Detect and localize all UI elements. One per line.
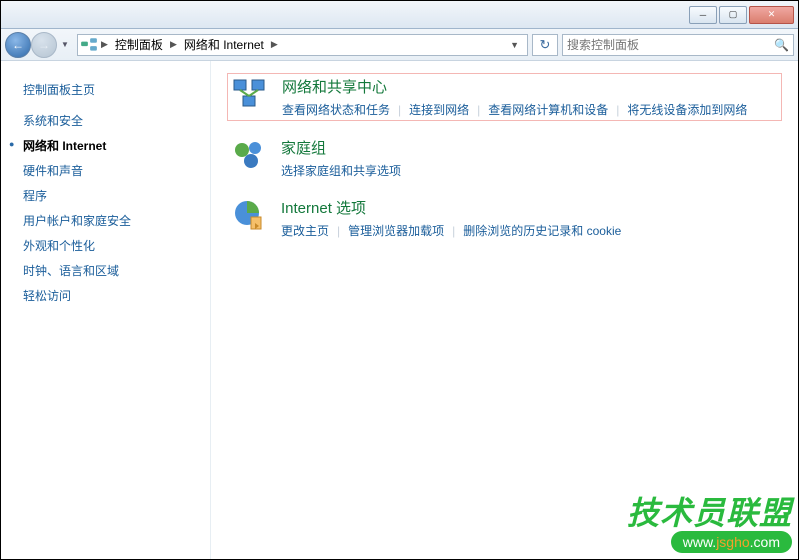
category-icon [231,197,267,233]
separator: | [337,224,340,238]
category-links: 选择家庭组和共享选项 [281,162,778,179]
search-icon[interactable]: 🔍 [774,38,789,52]
search-input[interactable] [567,38,774,52]
category-link[interactable]: 更改主页 [281,222,329,239]
category-title[interactable]: 网络和共享中心 [282,76,777,97]
search-box[interactable]: 🔍 [562,34,794,56]
titlebar: ─ ▢ ✕ [1,1,798,29]
category-link[interactable]: 选择家庭组和共享选项 [281,162,401,179]
sidebar-item[interactable]: 程序 [23,187,200,204]
sidebar-list: 系统和安全网络和 Internet 硬件和声音程序用户帐户和家庭安全外观和个性化时… [23,112,200,304]
sidebar-item[interactable]: 系统和安全 [23,112,200,129]
category-link[interactable]: 查看网络计算机和设备 [488,101,608,118]
close-button[interactable]: ✕ [749,6,794,24]
category-title[interactable]: Internet 选项 [281,197,778,218]
sidebar-item[interactable]: 轻松访问 [23,287,200,304]
sidebar-item[interactable]: 时钟、语言和区域 [23,262,200,279]
content: 控制面板主页 系统和安全网络和 Internet 硬件和声音程序用户帐户和家庭安全… [1,61,798,560]
category-links: 查看网络状态和任务 | 连接到网络 | 查看网络计算机和设备 | 将无线设备添加到网络 [282,101,777,118]
category-title[interactable]: 家庭组 [281,137,778,158]
category-icon [232,76,268,112]
sidebar: 控制面板主页 系统和安全网络和 Internet 硬件和声音程序用户帐户和家庭安全… [1,61,211,560]
separator: | [398,103,401,117]
category-link[interactable]: 查看网络状态和任务 [282,101,390,118]
chevron-right-icon[interactable]: ▶ [167,39,180,50]
sidebar-title[interactable]: 控制面板主页 [23,81,200,98]
category-links: 更改主页 | 管理浏览器加载项 | 删除浏览的历史记录和 cookie [281,222,778,239]
breadcrumb-seg-2[interactable]: 网络和 Internet [180,35,268,55]
minimize-button[interactable]: ─ [689,6,717,24]
separator: | [616,103,619,117]
sidebar-item[interactable]: 网络和 Internet [23,137,200,154]
address-bar[interactable]: ▶ 控制面板 ▶ 网络和 Internet ▶ ▼ [77,34,528,56]
category-body: 家庭组选择家庭组和共享选项 [281,137,778,179]
navbar: ← → ▼ ▶ 控制面板 ▶ 网络和 Internet ▶ ▼ ↻ 🔍 [1,29,798,61]
category-link[interactable]: 删除浏览的历史记录和 cookie [463,222,621,239]
category: Internet 选项更改主页 | 管理浏览器加载项 | 删除浏览的历史记录和 cook… [231,197,778,239]
history-dropdown[interactable]: ▼ [57,32,73,58]
maximize-button[interactable]: ▢ [719,6,747,24]
refresh-button[interactable]: ↻ [532,34,558,56]
category-body: Internet 选项更改主页 | 管理浏览器加载项 | 删除浏览的历史记录和 cook… [281,197,778,239]
chevron-right-icon[interactable]: ▶ [268,39,281,50]
sidebar-item[interactable]: 外观和个性化 [23,237,200,254]
window-controls: ─ ▢ ✕ [689,6,794,24]
chevron-right-icon[interactable]: ▶ [98,39,111,50]
separator: | [452,224,455,238]
back-button[interactable]: ← [5,32,31,58]
address-dropdown[interactable]: ▼ [504,40,525,50]
breadcrumb-seg-1[interactable]: 控制面板 [111,35,167,55]
address-icon [80,36,98,54]
category-link[interactable]: 管理浏览器加载项 [348,222,444,239]
main-panel: 网络和共享中心查看网络状态和任务 | 连接到网络 | 查看网络计算机和设备 | 将无线设备添… [211,61,798,560]
sidebar-item[interactable]: 硬件和声音 [23,162,200,179]
forward-button[interactable]: → [31,32,57,58]
category-link[interactable]: 将无线设备添加到网络 [627,101,747,118]
separator: | [477,103,480,117]
control-panel-window: ─ ▢ ✕ ← → ▼ ▶ 控制面板 ▶ 网络和 Internet ▶ ▼ ↻ … [0,0,799,560]
nav-arrows: ← → ▼ [5,32,73,58]
category-body: 网络和共享中心查看网络状态和任务 | 连接到网络 | 查看网络计算机和设备 | 将无线设备添… [282,76,777,118]
sidebar-item[interactable]: 用户帐户和家庭安全 [23,212,200,229]
category-icon [231,137,267,173]
category-link[interactable]: 连接到网络 [409,101,469,118]
category: 网络和共享中心查看网络状态和任务 | 连接到网络 | 查看网络计算机和设备 | 将无线设备添… [227,73,782,121]
category: 家庭组选择家庭组和共享选项 [231,137,778,179]
